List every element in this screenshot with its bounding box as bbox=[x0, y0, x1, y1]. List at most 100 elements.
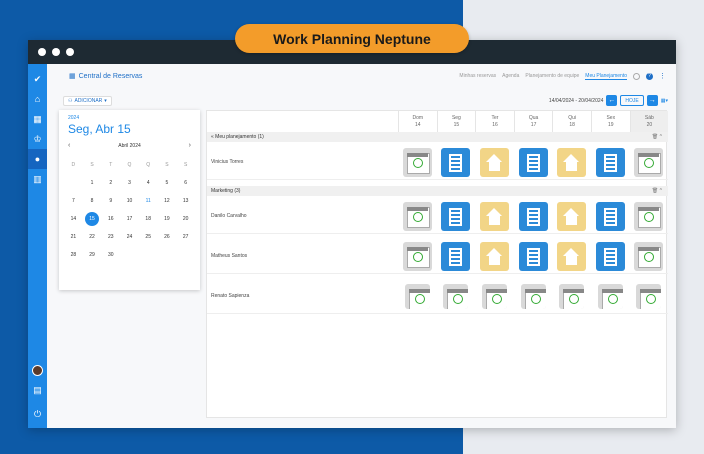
calendar-day[interactable]: 22 bbox=[83, 228, 102, 246]
group-header[interactable]: « Meu planejamento (1) 🗑 ^ bbox=[207, 132, 668, 142]
day-off-icon[interactable] bbox=[634, 241, 664, 271]
chevron-down-icon: ▾ bbox=[104, 98, 107, 104]
calendar-day[interactable]: 17 bbox=[120, 210, 139, 228]
calendar-day[interactable]: 4 bbox=[139, 174, 158, 192]
calendar-day[interactable]: 13 bbox=[176, 192, 195, 210]
prev-week-button[interactable]: ← bbox=[606, 95, 618, 106]
day-cell bbox=[591, 144, 630, 180]
weekday-label: Q bbox=[146, 162, 151, 168]
tab-meu-planejamento[interactable]: Meu Planejamento bbox=[585, 73, 627, 80]
calendar-day[interactable]: 2 bbox=[101, 174, 120, 192]
calendar-day[interactable]: 3 bbox=[120, 174, 139, 192]
day-off-icon[interactable] bbox=[481, 283, 507, 309]
calendar-day[interactable]: 19 bbox=[158, 210, 177, 228]
calendar-day[interactable]: 24 bbox=[120, 228, 139, 246]
person-name: Matheus Santos bbox=[211, 253, 248, 259]
group-header[interactable]: Marketing (3) 🗑 ^ bbox=[207, 186, 668, 196]
chevron-right-icon[interactable]: › bbox=[189, 142, 191, 149]
day-off-icon[interactable] bbox=[636, 283, 662, 309]
home-icon[interactable]: ⌂ bbox=[28, 89, 47, 109]
calendar-day[interactable]: 30 bbox=[101, 246, 120, 264]
logo-icon[interactable]: ✔ bbox=[28, 69, 47, 89]
building-icon[interactable]: ▥ bbox=[28, 169, 47, 189]
calendar-day[interactable]: 20 bbox=[176, 210, 195, 228]
day-header: Sex 19 bbox=[590, 111, 630, 132]
calendar-year: 2024 bbox=[68, 115, 80, 121]
day-off-icon[interactable] bbox=[634, 201, 664, 231]
group-controls[interactable]: 🗑 ^ bbox=[652, 134, 662, 140]
day-number: 16 bbox=[492, 121, 498, 128]
calendar-day[interactable]: 14 bbox=[64, 210, 83, 228]
day-cell bbox=[475, 278, 514, 314]
calendar-day[interactable]: 6 bbox=[176, 174, 195, 192]
day-off-icon[interactable] bbox=[402, 147, 432, 177]
office-building-icon[interactable] bbox=[441, 147, 471, 177]
calendar-day[interactable]: 26 bbox=[158, 228, 177, 246]
trophy-icon[interactable]: ♔ bbox=[28, 129, 47, 149]
calendar-day[interactable]: 16 bbox=[101, 210, 120, 228]
day-off-icon[interactable] bbox=[520, 283, 546, 309]
tab-minhas-reservas[interactable]: Minhas reservas bbox=[459, 73, 496, 79]
home-icon[interactable] bbox=[479, 241, 509, 271]
view-select-icon[interactable]: ▦▾ bbox=[661, 98, 668, 104]
office-building-icon[interactable] bbox=[518, 201, 548, 231]
calendar-day[interactable]: 18 bbox=[139, 210, 158, 228]
power-icon[interactable]: ⏻ bbox=[28, 404, 47, 424]
calendar-day[interactable]: 10 bbox=[120, 192, 139, 210]
day-off-icon[interactable] bbox=[402, 201, 432, 231]
more-icon[interactable]: ⋮ bbox=[659, 72, 666, 80]
calendar-day[interactable]: 28 bbox=[64, 246, 83, 264]
calendar-day[interactable]: 7 bbox=[64, 192, 83, 210]
date-range: 14/04/2024 - 20/04/2024 bbox=[548, 97, 604, 104]
window-dot bbox=[52, 48, 60, 56]
calendar-day[interactable]: 5 bbox=[158, 174, 177, 192]
calendar-day[interactable]: 27 bbox=[176, 228, 195, 246]
day-off-icon[interactable] bbox=[597, 283, 623, 309]
home-icon[interactable] bbox=[557, 147, 587, 177]
day-off-icon[interactable] bbox=[402, 241, 432, 271]
calendar-day[interactable]: 8 bbox=[83, 192, 102, 210]
office-building-icon[interactable] bbox=[595, 241, 625, 271]
office-building-icon[interactable] bbox=[518, 147, 548, 177]
calendar-day[interactable]: 1 bbox=[83, 174, 102, 192]
home-icon[interactable] bbox=[557, 241, 587, 271]
office-building-icon[interactable] bbox=[441, 201, 471, 231]
tab-planejamento-equipe[interactable]: Planejamento de equipe bbox=[525, 73, 579, 79]
day-off-icon[interactable] bbox=[559, 283, 585, 309]
calendar-day[interactable]: 12 bbox=[158, 192, 177, 210]
office-icon[interactable]: ▤ bbox=[28, 380, 47, 400]
avatar[interactable] bbox=[32, 365, 43, 376]
tab-agenda[interactable]: Agenda bbox=[502, 73, 519, 79]
calendar-day[interactable]: 11 bbox=[139, 192, 158, 210]
calendar-day[interactable]: 9 bbox=[101, 192, 120, 210]
add-button[interactable]: ⚇ ADICIONAR ▾ bbox=[63, 96, 112, 106]
calendar-day[interactable]: 21 bbox=[64, 228, 83, 246]
next-week-button[interactable]: → bbox=[646, 95, 658, 106]
calendar-day[interactable]: 23 bbox=[101, 228, 120, 246]
location-icon[interactable]: ● bbox=[28, 149, 47, 169]
home-icon[interactable] bbox=[479, 147, 509, 177]
calendar-empty bbox=[120, 246, 139, 264]
help-icon[interactable]: ? bbox=[646, 72, 653, 80]
office-building-icon[interactable] bbox=[595, 201, 625, 231]
day-off-icon[interactable] bbox=[634, 147, 664, 177]
today-button[interactable]: HOJE bbox=[620, 95, 644, 106]
day-off-icon[interactable] bbox=[404, 283, 430, 309]
office-building-icon[interactable] bbox=[518, 241, 548, 271]
calendar-day[interactable]: 29 bbox=[83, 246, 102, 264]
home-icon[interactable] bbox=[557, 201, 587, 231]
calendar-day[interactable]: 15 bbox=[85, 212, 100, 226]
day-off-icon[interactable] bbox=[443, 283, 469, 309]
office-building-icon[interactable] bbox=[595, 147, 625, 177]
person-name: Renato Sapienza bbox=[211, 293, 250, 299]
calendar-day[interactable]: 25 bbox=[139, 228, 158, 246]
day-number: 20 bbox=[646, 121, 653, 128]
settings-icon[interactable] bbox=[633, 72, 640, 80]
day-name: Qui bbox=[568, 114, 577, 121]
group-controls[interactable]: 🗑 ^ bbox=[652, 188, 662, 194]
day-cell bbox=[398, 278, 437, 314]
home-icon[interactable] bbox=[479, 201, 509, 231]
office-building-icon[interactable] bbox=[441, 241, 471, 271]
calendar-icon[interactable]: ▦ bbox=[28, 109, 47, 129]
day-name: Qua bbox=[528, 114, 539, 121]
